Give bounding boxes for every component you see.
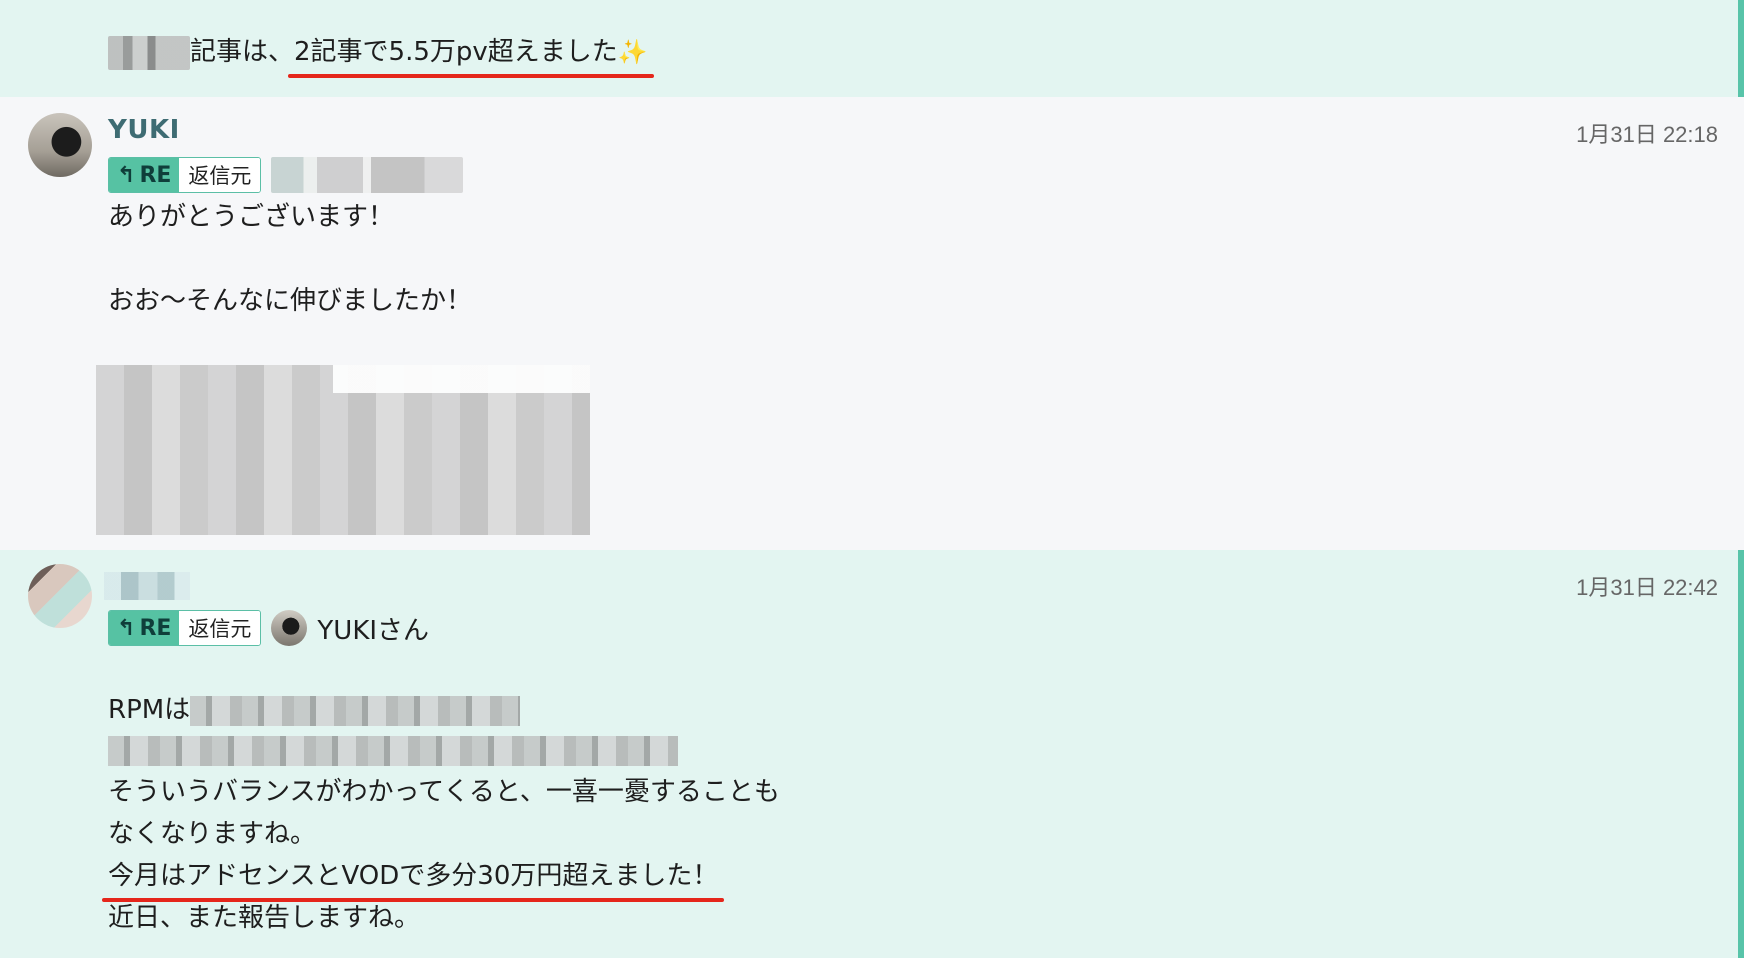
message-1-line: 記事は、2記事で5.5万pv超えました✨: [108, 32, 654, 78]
sparkles-icon: ✨: [617, 38, 648, 66]
message-3: 1月31日 22:42 ↰ RE 返信元 YUKIさん RPMは そういうバラン…: [0, 550, 1744, 958]
reply-arrow-icon: ↰: [117, 162, 136, 188]
redacted-reply-target: [271, 157, 464, 193]
message-3-closing: 近日、また報告しますね。: [108, 903, 421, 933]
re-label: RE: [139, 615, 172, 641]
avatar[interactable]: [28, 564, 92, 628]
reply-arrow-icon: ↰: [117, 615, 136, 641]
reply-reference[interactable]: ↰ RE 返信元: [108, 157, 464, 193]
re-label: RE: [139, 162, 172, 188]
redacted-image[interactable]: [96, 365, 590, 535]
reply-reference[interactable]: ↰ RE 返信元 YUKIさん: [108, 610, 429, 646]
message-2-line-2: おお〜そんなに伸びましたか！: [108, 286, 473, 316]
redacted-text: [108, 735, 678, 766]
message-1-prefix: 記事は、: [190, 37, 295, 67]
message-author[interactable]: YUKI: [108, 115, 180, 145]
re-badge: ↰ RE: [109, 158, 180, 192]
avatar[interactable]: [28, 113, 92, 177]
re-badge: ↰ RE: [109, 611, 180, 645]
message-2: YUKI 1月31日 22:18 ↰ RE 返信元 ありがとうございます！ おお…: [0, 97, 1744, 550]
rpm-prefix: RPMは: [108, 695, 191, 725]
reply-source-label: 返信元: [179, 611, 261, 645]
message-3-line-1: そういうバランスがわかってくると、一喜一憂することも: [108, 777, 780, 807]
highlight-text: 2記事で5.5万pv超えました: [294, 37, 618, 67]
highlighted-text: 今月はアドセンスとVODで多分30万円超えました！: [101, 856, 725, 902]
message-timestamp: 1月31日 22:42: [1576, 575, 1718, 600]
message-3-line-2: なくなりますね。: [108, 819, 317, 849]
message-2-line-1: ありがとうございます！: [108, 202, 395, 232]
message-3-rpm-line: RPMは: [108, 690, 521, 730]
redacted-author[interactable]: [104, 572, 190, 600]
reply-chip[interactable]: ↰ RE 返信元: [108, 157, 262, 193]
message-timestamp: 1月31日 22:18: [1576, 122, 1718, 147]
reply-to-name[interactable]: YUKIさん: [317, 610, 429, 647]
reply-chip[interactable]: ↰ RE 返信元: [108, 610, 262, 646]
highlighted-text: 2記事で5.5万pv超えました✨: [288, 32, 654, 78]
message-3-highlight-line: 今月はアドセンスとVODで多分30万円超えました！: [101, 856, 725, 902]
message-3-redacted-line: [108, 730, 678, 770]
unread-indicator: [1738, 0, 1744, 97]
unread-indicator: [1738, 550, 1744, 958]
reply-to-avatar: [271, 610, 308, 646]
message-1: 記事は、2記事で5.5万pv超えました✨: [0, 0, 1744, 97]
redacted-text: [190, 695, 521, 726]
redacted-text: [108, 35, 190, 70]
reply-source-label: 返信元: [179, 158, 261, 192]
